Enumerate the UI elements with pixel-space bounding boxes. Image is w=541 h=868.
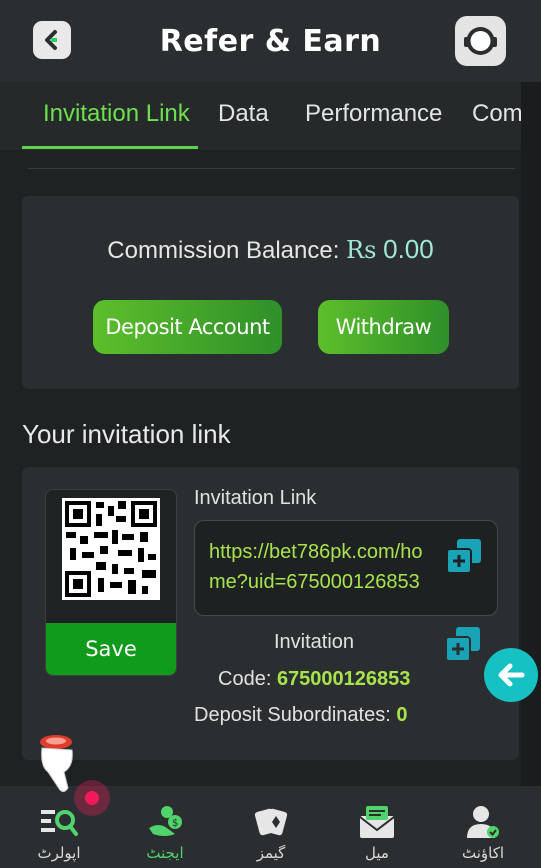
copy-link-icon[interactable] (445, 537, 483, 575)
svg-text:$: $ (172, 818, 178, 829)
floating-back-button[interactable] (484, 648, 538, 702)
balance-label: Commission Balance: (107, 237, 340, 264)
support-button[interactable] (455, 16, 506, 66)
divider (28, 168, 515, 169)
qr-code-icon (62, 498, 160, 600)
active-tab-indicator (22, 146, 198, 149)
invitation-code-label-line1: Invitation (274, 631, 355, 653)
tab-performance[interactable]: Performance (305, 100, 442, 128)
tab-invitation-link[interactable]: Invitation Link (43, 100, 190, 128)
commission-balance-card: Commission Balance: Rs 0.00 Deposit Acco… (22, 196, 519, 389)
tab-bar: Invitation Link Data Performance Commi (0, 82, 521, 150)
save-qr-button[interactable]: Save (46, 623, 176, 675)
cards-icon (254, 808, 288, 836)
nav-label-agent: ایجنٹ (146, 844, 184, 862)
nav-item-account[interactable]: اکاؤنٹ (448, 804, 518, 862)
deposit-subordinates-row: Deposit Subordinates: 0 (194, 704, 407, 727)
invitation-card: Save Invitation Link https://bet786pk.co… (22, 467, 519, 760)
invitation-link-label: Invitation Link (194, 487, 317, 509)
qr-code-panel: Save (45, 489, 177, 676)
tab-commission[interactable]: Commi (472, 100, 521, 128)
nav-label-account: اکاؤنٹ (461, 844, 505, 862)
deposit-account-button[interactable]: Deposit Account (93, 300, 282, 354)
search-list-icon (41, 810, 78, 836)
nav-item-games[interactable]: گیمز (236, 804, 306, 862)
deposit-subordinates-label: Deposit Subordinates: (194, 704, 391, 726)
invitation-code-row: Code: 675000126853 (218, 668, 410, 691)
arrow-left-icon (498, 663, 525, 687)
commission-balance: Commission Balance: Rs 0.00 (22, 234, 519, 265)
balance-amount: 0.00 (383, 234, 434, 264)
copy-code-icon[interactable] (444, 625, 482, 663)
invitation-code-value: 675000126853 (276, 668, 411, 690)
invitation-link-value: https://bet786pk.com/home?uid=6750001268… (209, 541, 423, 593)
nav-label-mail: میل (365, 844, 389, 862)
section-title: Your invitation link (22, 419, 231, 449)
deposit-subordinates-value: 0 (396, 704, 408, 726)
headset-icon (464, 27, 497, 55)
nav-label-games: گیمز (256, 844, 286, 862)
tab-data[interactable]: Data (218, 100, 269, 128)
pointing-hand-icon (40, 735, 73, 793)
account-icon (467, 806, 499, 838)
nav-item-mail[interactable]: میل (342, 804, 412, 862)
app-header: Refer & Earn (0, 0, 541, 82)
agent-money-icon: $ (149, 806, 182, 836)
nav-label-promotions: اپولرٹ (37, 844, 81, 862)
nav-item-agent[interactable]: $ ایجنٹ (130, 804, 200, 862)
withdraw-button[interactable]: Withdraw (318, 300, 449, 354)
invitation-link-box: https://bet786pk.com/home?uid=6750001268… (194, 520, 498, 616)
invitation-code-label-line2: Code: (218, 668, 272, 690)
mail-icon (359, 806, 395, 838)
currency-symbol: Rs (346, 236, 377, 264)
